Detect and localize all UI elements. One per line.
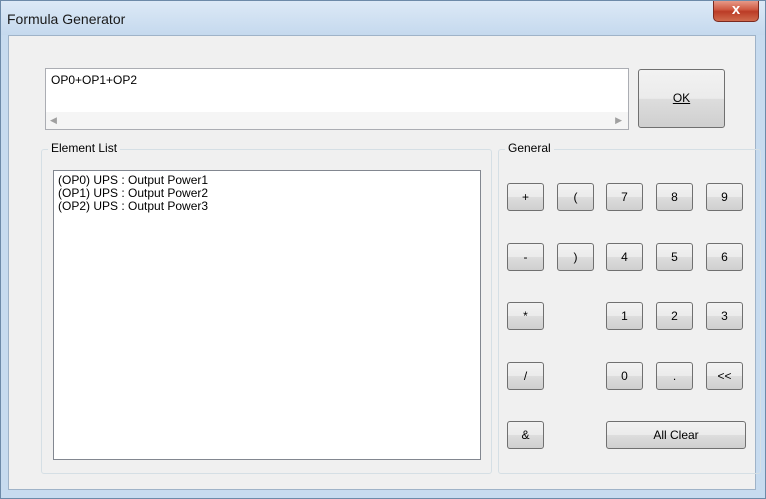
formula-field[interactable]: OP0+OP1+OP2 ◀ ▶: [45, 68, 629, 130]
digit-2-button[interactable]: 2: [656, 302, 693, 330]
digit-3-button[interactable]: 3: [706, 302, 743, 330]
close-paren-button[interactable]: ): [557, 243, 594, 271]
formula-text[interactable]: OP0+OP1+OP2: [51, 73, 137, 87]
digit-6-button[interactable]: 6: [706, 243, 743, 271]
open-paren-button[interactable]: (: [557, 183, 594, 211]
all-clear-button[interactable]: All Clear: [606, 421, 746, 449]
divide-button[interactable]: /: [507, 362, 544, 390]
formula-generator-window: Formula Generator x OP0+OP1+OP2 ◀ ▶ OK E…: [0, 0, 766, 499]
element-list-label: Element List: [48, 141, 121, 155]
digit-5-button[interactable]: 5: [656, 243, 693, 271]
minus-button[interactable]: -: [507, 243, 544, 271]
backspace-button[interactable]: <<: [706, 362, 743, 390]
general-label: General: [505, 141, 554, 155]
ok-button[interactable]: OK: [638, 69, 725, 128]
digit-9-button[interactable]: 9: [706, 183, 743, 211]
digit-8-button[interactable]: 8: [656, 183, 693, 211]
digit-7-button[interactable]: 7: [606, 183, 643, 211]
list-item[interactable]: (OP2) UPS : Output Power3: [58, 200, 476, 213]
plus-button[interactable]: +: [507, 183, 544, 211]
close-button[interactable]: x: [713, 1, 759, 22]
digit-1-button[interactable]: 1: [606, 302, 643, 330]
digit-0-button[interactable]: 0: [606, 362, 643, 390]
decimal-point-button[interactable]: .: [656, 362, 693, 390]
multiply-button[interactable]: *: [507, 302, 544, 330]
element-listbox[interactable]: (OP0) UPS : Output Power1 (OP1) UPS : Ou…: [53, 170, 481, 460]
horizontal-scrollbar[interactable]: ◀ ▶: [46, 112, 628, 129]
dialog-body: OP0+OP1+OP2 ◀ ▶ OK Element List (OP0) UP…: [8, 35, 761, 490]
ok-button-label: OK: [672, 91, 691, 105]
scroll-left-arrow-icon[interactable]: ◀: [50, 115, 57, 126]
title-bar: Formula Generator x: [1, 1, 765, 35]
digit-4-button[interactable]: 4: [606, 243, 643, 271]
scroll-right-arrow-icon[interactable]: ▶: [615, 115, 622, 126]
window-title: Formula Generator: [7, 11, 126, 27]
ampersand-button[interactable]: &: [507, 421, 544, 449]
